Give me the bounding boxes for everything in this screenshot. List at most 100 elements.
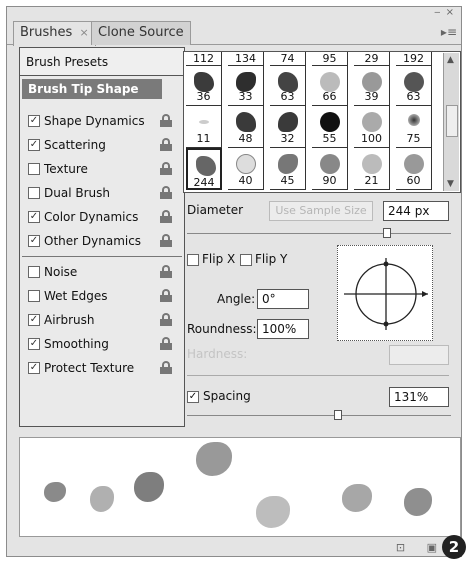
brush-tip-cell[interactable]: 63 (270, 66, 306, 106)
stroke-blot (404, 488, 432, 516)
brush-tip-cell[interactable]: 45 (270, 148, 306, 190)
tab-brushes-label: Brushes (20, 25, 73, 40)
brush-tip-cell[interactable]: 48 (228, 106, 264, 148)
stroke-blot (256, 496, 290, 528)
option-other-dynamics[interactable]: ✓ Other Dynamics (20, 230, 184, 252)
brush-size: 244 (193, 176, 215, 189)
use-sample-size-button[interactable]: Use Sample Size (269, 201, 373, 221)
brush-tip-cell-selected[interactable]: 244 (186, 148, 222, 190)
lock-icon[interactable] (160, 289, 172, 302)
other-dynamics-checkbox[interactable]: ✓ (28, 235, 40, 247)
lock-icon[interactable] (160, 265, 172, 278)
option-protect-texture[interactable]: ✓ Protect Texture (20, 357, 184, 379)
brush-tip-cell[interactable]: 11 (186, 106, 222, 148)
texture-checkbox[interactable] (28, 163, 40, 175)
lock-icon[interactable] (160, 138, 172, 151)
diameter-slider[interactable] (187, 233, 451, 234)
new-preset-icon[interactable]: ⊡ (396, 541, 405, 554)
tab-brushes[interactable]: Brushes × (13, 21, 96, 46)
grid-scrollbar[interactable]: ▲ ▼ (443, 53, 459, 191)
option-color-dynamics[interactable]: ✓ Color Dynamics (20, 206, 184, 228)
panel-menu-icon[interactable]: ▸≡ (441, 25, 457, 39)
wet-edges-checkbox[interactable] (28, 290, 40, 302)
window-controls[interactable]: ‒ × (434, 7, 455, 18)
option-wet-edges[interactable]: Wet Edges (20, 285, 184, 307)
brush-thumbnail (404, 154, 424, 174)
brush-tip-cell[interactable]: 36 (186, 66, 222, 106)
brush-tip-cell[interactable]: 39 (354, 66, 390, 106)
diameter-slider-knob[interactable] (383, 228, 391, 238)
option-dual-brush[interactable]: Dual Brush (20, 182, 184, 204)
spacing-checkbox[interactable]: ✓ (187, 391, 199, 403)
scattering-checkbox[interactable]: ✓ (28, 139, 40, 151)
option-shape-dynamics[interactable]: ✓ Shape Dynamics (20, 110, 184, 132)
brush-tip-cell[interactable]: 32 (270, 106, 306, 148)
brush-tip-grid: 112 134 74 95 29 192 36 33 63 66 39 63 1… (183, 51, 461, 193)
flip-x-checkbox[interactable] (187, 254, 199, 266)
brush-tip-cell[interactable]: 95 (312, 52, 348, 66)
angle-field[interactable]: 0° (257, 289, 309, 309)
smoothing-checkbox[interactable]: ✓ (28, 338, 40, 350)
lock-icon[interactable] (160, 162, 172, 175)
flip-y-checkbox[interactable] (240, 254, 252, 266)
brush-tip-cell[interactable]: 100 (354, 106, 390, 148)
panel-footer-icons[interactable]: ⊡ ▣ (396, 541, 437, 554)
option-airbrush[interactable]: ✓ Airbrush (20, 309, 184, 331)
noise-checkbox[interactable] (28, 266, 40, 278)
brush-size: 112 (193, 52, 214, 65)
spacing-field[interactable]: 131% (389, 387, 449, 407)
option-noise[interactable]: Noise (20, 261, 184, 283)
brush-tip-cell[interactable]: 112 (186, 52, 222, 66)
angle-roundness-preview[interactable] (337, 245, 433, 341)
close-icon[interactable]: × (79, 26, 88, 39)
dual-brush-checkbox[interactable] (28, 187, 40, 199)
lock-icon[interactable] (160, 186, 172, 199)
option-scattering[interactable]: ✓ Scattering (20, 134, 184, 156)
trash-icon[interactable]: ▣ (427, 541, 437, 554)
brush-tip-cell[interactable]: 192 (396, 52, 432, 66)
brush-size: 21 (364, 174, 379, 187)
lock-icon[interactable] (160, 234, 172, 247)
lock-icon[interactable] (160, 114, 172, 127)
brush-thumbnail (236, 112, 256, 132)
brush-tip-cell[interactable]: 90 (312, 148, 348, 190)
lock-icon[interactable] (160, 337, 172, 350)
brush-tip-cell[interactable]: 63 (396, 66, 432, 106)
brush-presets-item[interactable]: Brush Presets (20, 48, 184, 76)
option-texture[interactable]: Texture (20, 158, 184, 180)
brush-size: 45 (280, 174, 295, 187)
brush-tip-cell[interactable]: 33 (228, 66, 264, 106)
brush-tip-cell[interactable]: 75 (396, 106, 432, 148)
diameter-label: Diameter (187, 203, 244, 217)
option-label: Protect Texture (44, 361, 135, 375)
spacing-slider-knob[interactable] (334, 410, 342, 420)
diameter-field[interactable]: 244 px (383, 201, 449, 221)
brush-tip-shape-item[interactable]: Brush Tip Shape (22, 79, 162, 99)
scroll-down-icon[interactable]: ▼ (447, 179, 454, 189)
brush-tip-cell[interactable]: 40 (228, 148, 264, 190)
lock-icon[interactable] (160, 313, 172, 326)
brush-tip-cell[interactable]: 74 (270, 52, 306, 66)
shape-dynamics-checkbox[interactable]: ✓ (28, 115, 40, 127)
lock-icon[interactable] (160, 210, 172, 223)
protect-texture-checkbox[interactable]: ✓ (28, 362, 40, 374)
roundness-field[interactable]: 100% (257, 319, 309, 339)
lock-icon[interactable] (160, 361, 172, 374)
brush-tip-cell[interactable]: 21 (354, 148, 390, 190)
spacing-slider[interactable] (187, 415, 451, 416)
option-smoothing[interactable]: ✓ Smoothing (20, 333, 184, 355)
scroll-up-icon[interactable]: ▲ (447, 55, 454, 65)
crosshair-circle-icon (344, 258, 428, 330)
stroke-blot (196, 442, 232, 476)
brush-tip-cell[interactable]: 66 (312, 66, 348, 106)
color-dynamics-checkbox[interactable]: ✓ (28, 211, 40, 223)
spacing-label: Spacing (203, 389, 251, 403)
brush-tip-cell[interactable]: 134 (228, 52, 264, 66)
tab-clone-source[interactable]: Clone Source (91, 21, 191, 45)
brush-tip-cell[interactable]: 55 (312, 106, 348, 148)
brush-tip-cell[interactable]: 29 (354, 52, 390, 66)
airbrush-checkbox[interactable]: ✓ (28, 314, 40, 326)
brush-tip-cell[interactable]: 60 (396, 148, 432, 190)
brush-thumbnail (362, 154, 382, 174)
scroll-thumb[interactable] (446, 105, 458, 137)
